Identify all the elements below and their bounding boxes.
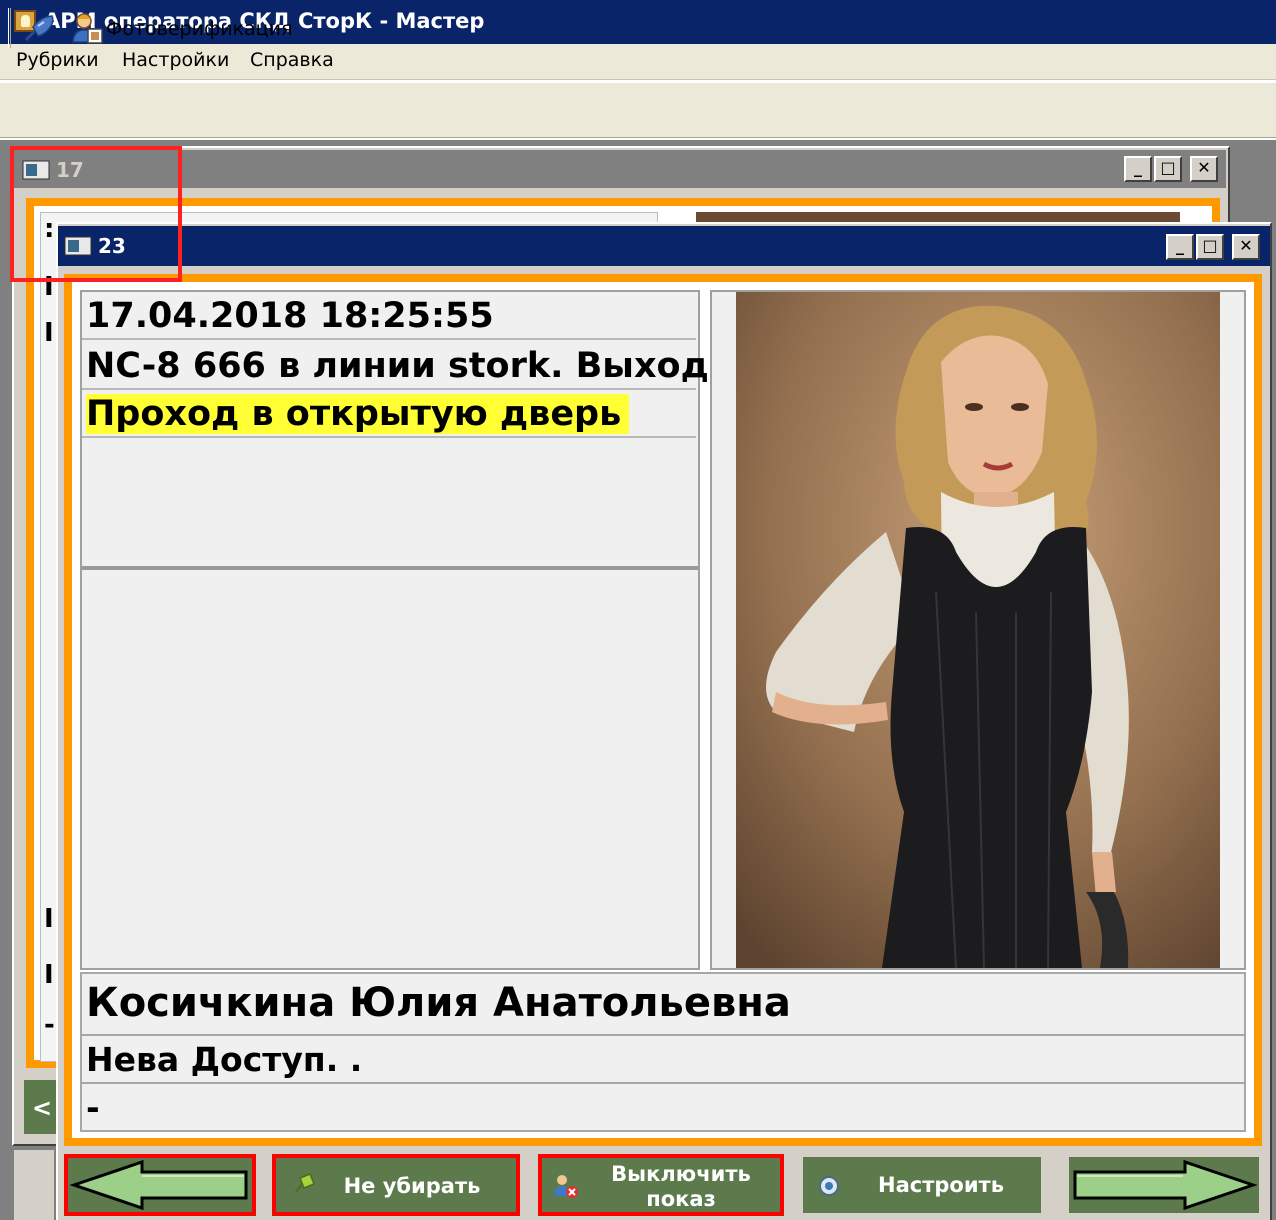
window-17-close-button[interactable]: ✕ xyxy=(1190,156,1218,182)
previous-button[interactable] xyxy=(64,1154,256,1216)
window-17-text-fragment: I xyxy=(44,960,54,990)
event-device-row: NC-8 666 в линии stork. Выход xyxy=(82,342,709,390)
window-17-bottom-strip xyxy=(14,1150,54,1220)
highlight-annotation-box xyxy=(10,146,182,282)
person-full-name: Косичкина Юлия Анатольевна xyxy=(86,980,791,1026)
person-department: Нева Доступ. . xyxy=(86,1040,363,1079)
window-17-text-fragment: I xyxy=(44,904,54,934)
menu-help[interactable]: Справка xyxy=(250,49,334,71)
window-23-minimize-button[interactable]: _ xyxy=(1166,234,1194,260)
event-message: Проход в открытую дверь xyxy=(86,394,630,434)
toolbar-grip[interactable] xyxy=(8,8,11,48)
event-message-row: Проход в открытую дверь xyxy=(82,390,696,438)
keep-button[interactable]: Не убирать xyxy=(272,1154,520,1216)
configure-button-label: Настроить xyxy=(878,1173,1004,1197)
settings-icon xyxy=(819,1176,839,1196)
arrow-right-icon xyxy=(1073,1159,1258,1211)
window-17-minimize-button[interactable]: _ xyxy=(1124,156,1152,182)
info-divider xyxy=(82,566,698,570)
event-datetime: 17.04.2018 18:25:55 xyxy=(86,296,494,336)
person-icon[interactable] xyxy=(72,12,104,46)
person-name-row: Косичкина Юлия Анатольевна xyxy=(80,972,1246,1036)
photoverification-button[interactable]: Фотоверификация xyxy=(106,18,292,40)
window-17-titlebar[interactable] xyxy=(14,150,1226,188)
window-23-close-button[interactable]: ✕ xyxy=(1232,234,1260,260)
person-photo xyxy=(736,292,1220,968)
next-button[interactable] xyxy=(1066,1154,1262,1216)
menu-settings[interactable]: Настройки xyxy=(122,49,229,71)
menu-bar: Рубрики Настройки Справка xyxy=(0,44,1276,80)
pin-icon xyxy=(294,1173,315,1193)
person-extra-row: - xyxy=(80,1082,1246,1132)
disable-show-button-label-line1: Выключить xyxy=(611,1162,751,1186)
window-17-text-fragment: - xyxy=(44,1010,55,1040)
keep-button-label: Не убирать xyxy=(343,1174,481,1198)
window-17-text-fragment: I xyxy=(44,318,54,348)
person-disable-icon xyxy=(554,1175,578,1198)
menu-rubrics[interactable]: Рубрики xyxy=(16,49,99,71)
window-17-maximize-button[interactable]: □ xyxy=(1154,156,1182,182)
window-23-maximize-button[interactable]: □ xyxy=(1196,234,1224,260)
person-extra: - xyxy=(86,1088,100,1127)
window-23-titlebar[interactable] xyxy=(58,226,1270,266)
person-department-row: Нева Доступ. . xyxy=(80,1034,1246,1084)
plug-icon[interactable] xyxy=(24,14,56,42)
configure-button[interactable]: Настроить xyxy=(800,1154,1044,1216)
event-device: NC-8 666 в линии stork. Выход xyxy=(86,346,709,386)
event-datetime-row: 17.04.2018 18:25:55 xyxy=(82,292,696,340)
disable-show-button-label-line2: показ xyxy=(646,1187,716,1211)
disable-show-button[interactable]: Выключить показ xyxy=(538,1154,784,1216)
toolbar xyxy=(0,82,1276,138)
arrow-left-icon xyxy=(69,1159,248,1211)
